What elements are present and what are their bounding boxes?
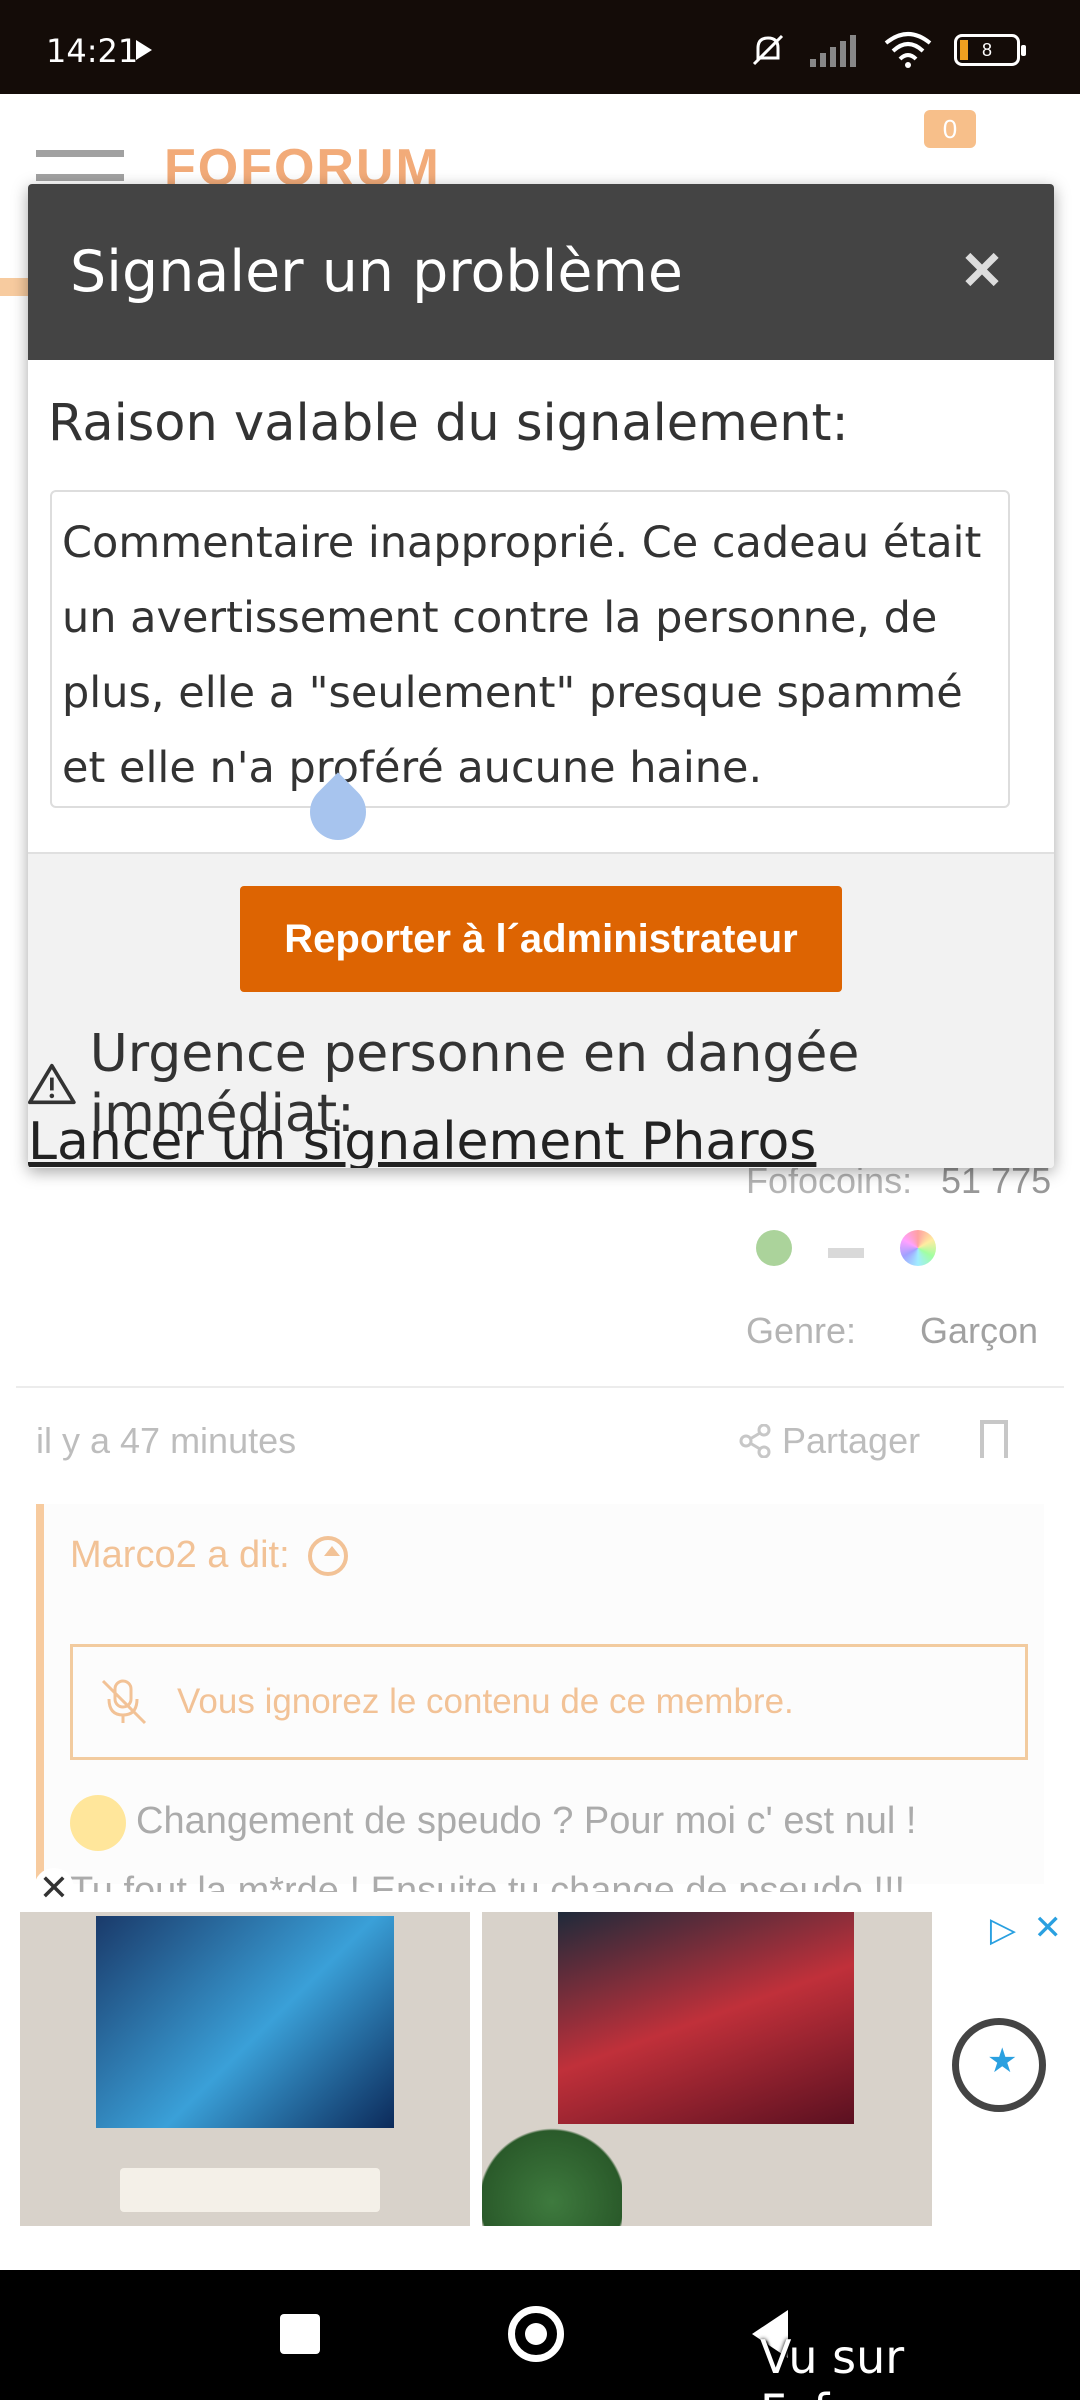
modal-title: Signaler un problème bbox=[70, 239, 684, 305]
status-time: 14:21 bbox=[46, 32, 139, 70]
watermark: Vu sur Foforum bbox=[760, 2330, 950, 2400]
ad-banner[interactable]: ▷ ✕ bbox=[0, 1892, 1080, 2270]
ad-choices-icon[interactable]: ▷ bbox=[990, 1910, 1016, 1950]
ad-poster-artwork-1 bbox=[96, 1916, 394, 2128]
close-icon[interactable] bbox=[954, 242, 1010, 298]
home-icon[interactable] bbox=[508, 2306, 564, 2362]
ad-book-decor bbox=[120, 2168, 380, 2212]
bell-muted-icon bbox=[752, 34, 784, 66]
status-bar: 14:21 8 bbox=[0, 0, 1080, 94]
ad-close-icon[interactable]: ✕ bbox=[1034, 1908, 1063, 1948]
modal-footer: Reporter à l´administrateur Urgence pers… bbox=[28, 852, 1054, 1168]
report-modal: Signaler un problème Raison valable du s… bbox=[28, 184, 1054, 1168]
battery-icon: 8 bbox=[954, 34, 1026, 66]
pharos-report-link[interactable]: Lancer un signalement Pharos bbox=[28, 1112, 816, 1168]
wifi-icon bbox=[884, 32, 932, 68]
ad-brand-logo[interactable] bbox=[952, 2018, 1046, 2112]
play-icon bbox=[136, 40, 152, 60]
modal-header: Signaler un problème bbox=[28, 184, 1054, 360]
reason-textarea[interactable]: Commentaire inapproprié. Ce cadeau était… bbox=[50, 490, 1010, 808]
status-icons: 8 bbox=[748, 30, 1026, 70]
signal-icon bbox=[810, 35, 856, 67]
recents-icon[interactable] bbox=[280, 2314, 320, 2354]
ad-image-poster-2[interactable] bbox=[482, 1912, 932, 2226]
battery-level: 8 bbox=[981, 40, 992, 60]
ad-plant-decor bbox=[482, 2106, 622, 2226]
ad-dismiss-icon[interactable]: ✕ bbox=[34, 1868, 74, 1908]
ad-poster-artwork-2 bbox=[558, 1912, 854, 2124]
warning-icon bbox=[28, 1063, 76, 1105]
reason-label: Raison valable du signalement: bbox=[48, 394, 849, 453]
report-to-admin-button[interactable]: Reporter à l´administrateur bbox=[240, 886, 842, 992]
ad-image-poster-1[interactable] bbox=[20, 1912, 470, 2226]
